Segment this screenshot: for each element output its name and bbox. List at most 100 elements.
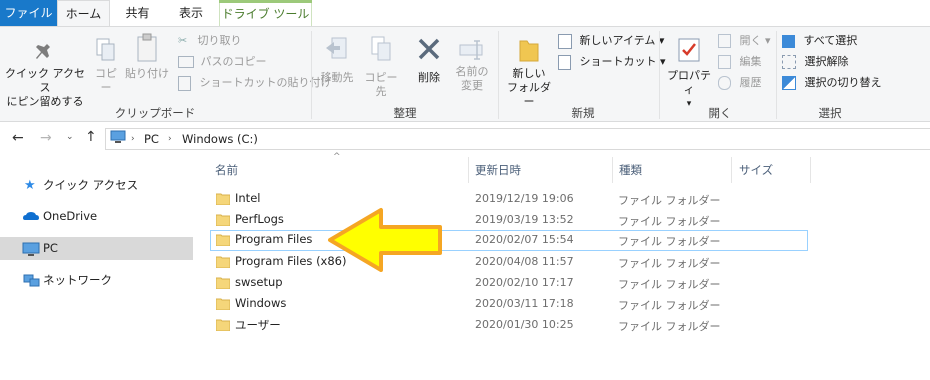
folder-icon — [216, 214, 230, 226]
new-item-label: 新しいアイテム — [579, 34, 656, 47]
new-folder-button[interactable]: 新しい フォルダー — [502, 35, 556, 109]
easy-access-button[interactable]: ショートカット ▾ — [558, 53, 666, 71]
invert-selection-button[interactable]: 選択の切り替え — [782, 74, 882, 92]
properties-button[interactable]: プロパティ ▾ — [664, 35, 714, 111]
copy-path-button[interactable]: パスのコピー — [178, 53, 267, 71]
forward-arrow-icon[interactable]: → — [40, 130, 52, 146]
breadcrumb-pc[interactable]: PC — [144, 129, 159, 149]
column-header-date[interactable]: 更新日時 — [475, 157, 521, 183]
cut-button[interactable]: ✂ 切り取り — [178, 32, 242, 50]
move-to-label: 移動先 — [320, 71, 354, 84]
network-icon — [22, 269, 40, 300]
clipboard-group-label: クリップボード — [114, 106, 196, 120]
ribbon: クイック アクセス にピン留めする コピー 貼り付け ✂ 切り取り パスのコピー… — [0, 26, 930, 122]
star-icon: ★ — [24, 178, 36, 193]
tab-share[interactable]: 共有 — [110, 0, 165, 26]
copy-to-button[interactable]: コピー先 — [360, 35, 402, 99]
open-dropdown-icon: ▾ — [765, 34, 771, 47]
column-header-size[interactable]: サイズ — [739, 157, 773, 183]
invert-selection-icon — [782, 76, 796, 90]
rename-label-line2: 変更 — [461, 79, 483, 92]
file-date: 2020/04/08 11:57 — [475, 255, 574, 268]
column-header-name[interactable]: 名前 — [215, 157, 238, 183]
invert-selection-label: 選択の切り替え — [804, 76, 882, 89]
file-row[interactable]: Windows 2020/03/11 17:18 ファイル フォルダー — [210, 294, 808, 315]
recent-locations-chevron-icon[interactable]: ⌄ — [66, 132, 74, 142]
properties-label: プロパティ — [667, 69, 711, 96]
nav-item-onedrive[interactable]: OneDrive — [0, 205, 193, 228]
file-type: ファイル フォルダー — [618, 215, 721, 228]
rename-button[interactable]: 名前の 変更 — [450, 35, 494, 93]
breadcrumb-chevron-icon[interactable]: › — [131, 129, 135, 149]
pointer-arrow-annotation — [328, 208, 442, 272]
navigation-pane: ★ クイック アクセス OneDrive PC ネットワーク — [0, 155, 195, 380]
paste-label: 貼り付け — [125, 67, 169, 80]
file-type: ファイル フォルダー — [618, 257, 721, 270]
tab-view[interactable]: 表示 — [165, 0, 217, 26]
tab-file[interactable]: ファイル — [0, 0, 57, 26]
up-arrow-icon[interactable]: ↑ — [85, 129, 97, 145]
ribbon-separator — [659, 31, 660, 119]
address-bar[interactable]: › PC › Windows (C:) — [105, 128, 930, 150]
new-folder-label-line1: 新しい — [512, 67, 546, 80]
edit-icon — [718, 55, 731, 69]
edit-button[interactable]: 編集 — [718, 53, 762, 71]
file-row[interactable]: Intel 2019/12/19 19:06 ファイル フォルダー — [210, 189, 808, 210]
ribbon-tab-bar: ファイル ホーム 共有 表示 ドライブ ツール — [0, 0, 930, 26]
column-header-type[interactable]: 種類 — [619, 157, 642, 183]
column-divider[interactable] — [731, 157, 732, 183]
folder-icon — [216, 234, 230, 246]
column-divider[interactable] — [468, 157, 469, 183]
select-all-button[interactable]: すべて選択 — [782, 32, 857, 50]
copy-path-label: パスのコピー — [200, 55, 267, 68]
folder-icon — [216, 298, 230, 310]
folder-icon — [216, 193, 230, 205]
back-arrow-icon[interactable]: ← — [12, 130, 24, 146]
select-all-icon — [782, 34, 795, 48]
new-group-label: 新規 — [571, 106, 595, 120]
file-date: 2019/03/19 13:52 — [475, 213, 574, 226]
column-divider[interactable] — [612, 157, 613, 183]
breadcrumb-chevron-icon[interactable]: › — [168, 129, 172, 149]
copy-button[interactable]: コピー — [90, 37, 122, 95]
open-icon — [718, 34, 731, 48]
nav-item-quick-access[interactable]: ★ クイック アクセス — [0, 174, 193, 197]
file-name: Intel — [235, 191, 261, 205]
easy-access-label: ショートカット — [579, 55, 657, 68]
file-name: PerfLogs — [235, 212, 284, 226]
rename-label-line1: 名前の — [455, 65, 489, 78]
paste-button[interactable]: 貼り付け — [125, 33, 169, 81]
rename-icon — [459, 40, 483, 60]
ribbon-separator — [776, 31, 777, 119]
delete-button[interactable]: 削除 — [412, 35, 446, 85]
shortcut-icon — [558, 54, 571, 70]
paste-shortcut-button[interactable]: ショートカットの貼り付け — [178, 74, 332, 92]
pin-to-quick-access-button[interactable]: クイック アクセス にピン留めする — [2, 37, 88, 109]
file-type: ファイル フォルダー — [618, 299, 721, 312]
open-button[interactable]: 開く ▾ — [718, 32, 771, 50]
new-item-button[interactable]: 新しいアイテム ▾ — [558, 32, 664, 50]
tab-home[interactable]: ホーム — [57, 0, 110, 26]
tab-drive-tools[interactable]: ドライブ ツール — [219, 0, 312, 26]
column-divider[interactable] — [810, 157, 811, 183]
new-folder-icon — [519, 40, 539, 62]
move-to-button[interactable]: 移動先 — [316, 35, 358, 85]
file-date: 2020/03/11 17:18 — [475, 297, 574, 310]
select-all-label: すべて選択 — [803, 34, 858, 47]
computer-icon — [22, 237, 40, 268]
properties-check-icon — [678, 38, 700, 62]
file-row[interactable]: swsetup 2020/02/10 17:17 ファイル フォルダー — [210, 273, 808, 294]
nav-item-pc[interactable]: PC — [0, 237, 193, 260]
select-none-button[interactable]: 選択解除 — [782, 53, 849, 71]
file-row[interactable]: Program Files (x86) 2020/04/08 11:57 ファイ… — [210, 252, 808, 273]
organize-group-label: 整理 — [393, 106, 417, 120]
move-to-icon — [326, 37, 347, 59]
open-group-label: 開く — [708, 106, 732, 120]
file-date: 2020/01/30 10:25 — [475, 318, 574, 331]
history-button[interactable]: 履歴 — [718, 74, 762, 92]
nav-item-network[interactable]: ネットワーク — [0, 269, 193, 292]
file-row[interactable]: PerfLogs 2019/03/19 13:52 ファイル フォルダー — [210, 210, 808, 231]
file-row[interactable]: ユーザー 2020/01/30 10:25 ファイル フォルダー — [210, 315, 808, 336]
breadcrumb-windows-c[interactable]: Windows (C:) — [182, 129, 258, 149]
file-row-highlighted[interactable]: Program Files 2020/02/07 15:54 ファイル フォルダ… — [210, 230, 808, 251]
